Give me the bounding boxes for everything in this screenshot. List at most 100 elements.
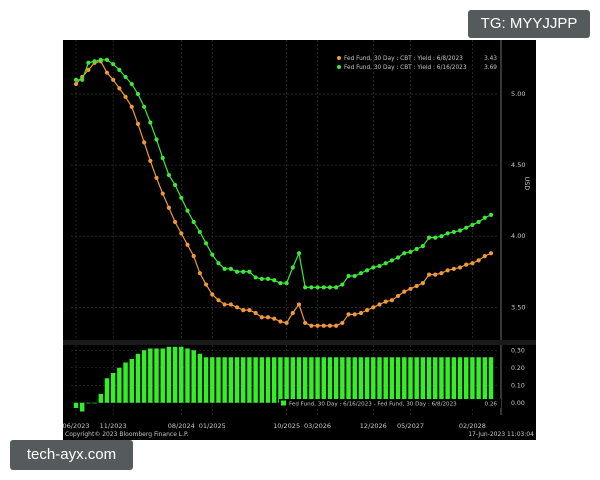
series-point	[464, 225, 469, 230]
series-point	[259, 276, 264, 281]
series-point	[290, 265, 295, 270]
spread-legend-marker	[281, 400, 286, 406]
y-axis-label: USD	[523, 176, 531, 190]
watermark-bottom: tech-ayx.com	[10, 440, 133, 470]
spread-bar	[482, 357, 488, 403]
spread-bar	[216, 357, 221, 403]
spread-bar	[160, 348, 165, 403]
spread-bar	[420, 357, 426, 403]
spread-bar	[228, 357, 234, 403]
series-point	[148, 120, 153, 125]
series-point	[451, 229, 456, 235]
series-point	[334, 285, 339, 290]
series-point	[358, 271, 364, 276]
series-point	[433, 235, 438, 240]
spread-bar	[371, 357, 376, 403]
spread-panel: 0.30 0.20 0.10 0.00 Fed Fund, 30 Day : 6/16/…	[63, 340, 536, 415]
series-point	[80, 77, 85, 82]
series-point	[402, 289, 407, 294]
series-point	[253, 275, 258, 280]
y-tick-label: 0.20	[511, 365, 525, 372]
series-point	[241, 269, 246, 274]
series-point	[334, 323, 339, 328]
x-tick-label: 06/2023	[63, 422, 90, 430]
series-point	[470, 222, 475, 227]
spread-bar	[414, 357, 419, 403]
series-point	[247, 269, 252, 274]
series-line	[75, 60, 492, 327]
spread-bar	[141, 350, 147, 403]
series-point	[265, 276, 271, 281]
series-point	[73, 77, 79, 82]
series-point	[203, 282, 209, 287]
series-point	[395, 293, 401, 299]
spread-bar	[222, 357, 227, 403]
legend-marker	[337, 65, 341, 69]
series-point	[160, 191, 165, 196]
x-tick-label: 12/2026	[360, 422, 387, 430]
legend-value: 3.43	[484, 56, 497, 62]
series-point	[340, 320, 345, 326]
series-point	[383, 261, 388, 266]
series-point	[160, 155, 165, 161]
spread-bar	[278, 357, 283, 403]
series-point	[420, 281, 425, 286]
series-point	[371, 265, 376, 270]
series-point	[414, 283, 419, 289]
spread-bar	[241, 357, 246, 403]
series-point	[445, 268, 450, 273]
series-point	[234, 269, 240, 274]
spread-bar	[259, 357, 265, 403]
spread-bar	[104, 378, 110, 403]
spread-bar	[210, 357, 215, 403]
series-point	[228, 266, 233, 272]
series-point	[377, 263, 382, 269]
series-point	[358, 310, 364, 316]
series-point	[111, 77, 116, 82]
series-point	[272, 278, 277, 283]
x-tick-label: 03/2026	[304, 422, 331, 430]
spread-bar	[402, 357, 407, 403]
series-point	[185, 242, 190, 247]
spread-bar	[377, 357, 382, 403]
series-point	[389, 258, 394, 263]
y-tick-label: 3.50	[511, 303, 525, 311]
series-point	[234, 305, 240, 310]
series-point	[259, 315, 264, 320]
series-point	[222, 266, 227, 272]
series-point	[476, 258, 481, 263]
series-point	[426, 235, 432, 240]
series-point	[135, 121, 141, 126]
series-point	[117, 86, 122, 91]
legend-value: 3.69	[484, 65, 497, 71]
series-point	[488, 251, 494, 256]
spread-bar	[352, 357, 357, 403]
series-point	[265, 315, 271, 320]
legend-label: Fed Fund, 30 Day : CBT : Yield : 6/8/202…	[344, 56, 463, 62]
series-point	[253, 310, 258, 316]
spread-bar	[327, 357, 333, 403]
series-point	[191, 254, 196, 259]
series-point	[327, 323, 333, 328]
series-point	[104, 70, 110, 75]
timestamp-text: 17-Jun-2023 11:03:04	[468, 431, 534, 438]
series-point	[216, 261, 221, 266]
series-point	[166, 172, 172, 178]
spread-bar	[135, 353, 141, 403]
series-point	[327, 285, 333, 290]
series-point	[346, 273, 351, 279]
series-point	[216, 298, 221, 303]
series-point	[464, 262, 469, 267]
spread-bar	[302, 357, 308, 403]
spread-bar	[247, 357, 252, 403]
series-point	[389, 298, 394, 303]
series-point	[439, 271, 444, 276]
series-point	[482, 254, 487, 259]
series-point	[377, 302, 382, 307]
series-point	[142, 140, 147, 145]
series-point	[445, 231, 450, 236]
series-point	[284, 281, 289, 286]
spread-bar	[129, 359, 134, 403]
spread-bar	[92, 402, 97, 404]
series-point	[203, 241, 209, 246]
